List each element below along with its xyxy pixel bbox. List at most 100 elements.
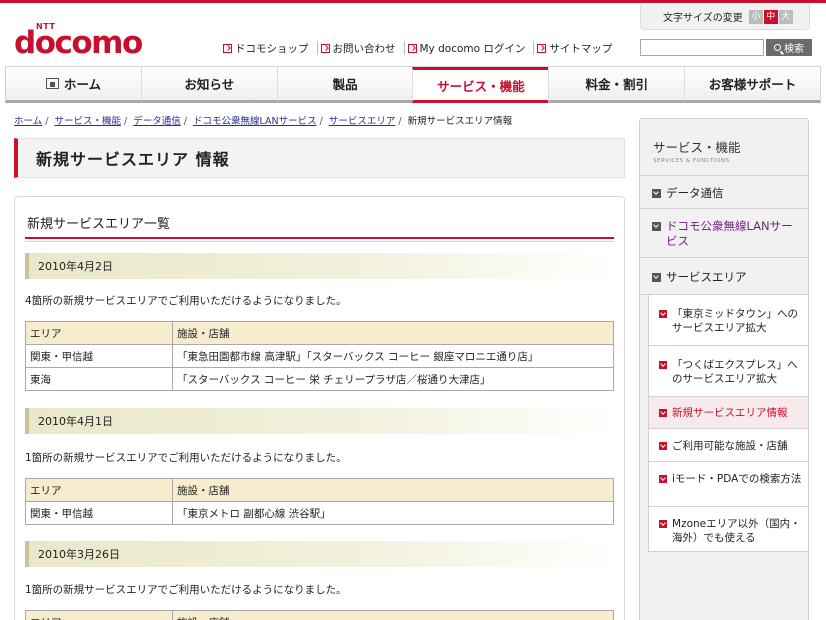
sidebar-item-label: データ通信 <box>666 186 724 200</box>
window-icon <box>407 43 417 53</box>
table-row: 関東・甲信越 「東京メトロ 副都心線 渋谷駅」 <box>25 501 614 525</box>
chevron-box-icon <box>659 310 667 318</box>
table-header-area: エリア <box>25 321 173 345</box>
search-input[interactable] <box>640 39 764 56</box>
breadcrumb-link-wlan[interactable]: ドコモ公衆無線LANサービス <box>193 116 317 127</box>
table-header-row: エリア 施設・店舗 <box>25 321 614 345</box>
nav-tab-news-label: お知らせ <box>184 77 235 92</box>
sidebar-subitem-facilities[interactable]: ご利用可能な施設・店舗 <box>649 429 808 462</box>
table-cell-facility: 「スターバックス コーヒー 栄 チェリープラザ店／桜通り大津店」 <box>172 367 614 391</box>
breadcrumb-separator: / <box>45 116 49 127</box>
sidebar-subitem-tsukuba-express[interactable]: 「つくばエクスプレス」へのサービスエリア拡大 <box>649 346 808 397</box>
nav-tab-pricing[interactable]: 料金・割引 <box>548 67 685 103</box>
chevron-box-icon <box>652 273 661 282</box>
table-cell-area: 関東・甲信越 <box>25 344 173 368</box>
nav-tab-news[interactable]: お知らせ <box>140 67 277 103</box>
sidebar-subitem-search-method[interactable]: iモード・PDAでの検索方法 <box>649 462 808 507</box>
breadcrumb-separator: / <box>123 116 128 127</box>
search-button[interactable]: 検索 <box>766 39 812 56</box>
nav-tab-services[interactable]: サービス・機能 <box>412 67 549 103</box>
nav-tab-home-label: ホーム <box>63 77 101 92</box>
sidebar-subitem-label: 「つくばエクスプレス」へのサービスエリア拡大 <box>672 359 798 385</box>
chevron-box-icon <box>659 442 667 450</box>
my-docomo-login-link[interactable]: My docomo ログイン <box>403 41 534 55</box>
table-row: 東海 「スターバックス コーヒー 栄 チェリープラザ店／桜通り大津店」 <box>25 367 614 391</box>
sidebar-subitem-label: Mzoneエリア以外（国内・海外）でも使える <box>672 518 801 544</box>
sidebar-item-public-wlan[interactable]: ドコモ公衆無線LANサービス <box>640 209 808 258</box>
sidebar-item-data-communication[interactable]: データ通信 <box>640 176 808 209</box>
list-heading: 新規サービスエリア一覧 <box>25 207 614 242</box>
breadcrumb-current: 新規サービスエリア情報 <box>407 116 513 127</box>
sidebar-subitem-midtown[interactable]: 「東京ミッドタウン」へのサービスエリア拡大 <box>649 295 808 346</box>
breadcrumb-link-home[interactable]: ホーム <box>14 116 42 127</box>
sitemap-link[interactable]: サイトマップ <box>533 41 620 55</box>
nav-tab-support-label: お客様サポート <box>708 77 797 92</box>
home-icon <box>45 78 59 89</box>
sidebar-title: サービス・機能 <box>653 140 741 155</box>
sidebar-subitem-label: iモード・PDAでの検索方法 <box>672 473 802 485</box>
arrow-box-icon <box>537 43 547 53</box>
table-cell-area: 関東・甲信越 <box>25 501 173 525</box>
table-header-area: エリア <box>25 610 173 620</box>
chevron-box-icon <box>652 222 661 231</box>
sidebar-nav: サービス・機能 SERVICES & FUNCTIONS データ通信 ドコモ公衆… <box>639 118 809 620</box>
breadcrumb-separator: / <box>319 116 323 127</box>
sidebar-subitem-label: 「東京ミッドタウン」へのサービスエリア拡大 <box>672 308 798 334</box>
entry-date-heading: 2010年4月1日 <box>25 408 614 434</box>
sidebar-subtitle: SERVICES & FUNCTIONS <box>653 158 730 164</box>
nav-tab-pricing-label: 料金・割引 <box>585 77 648 92</box>
nav-tab-support[interactable]: お客様サポート <box>684 67 821 103</box>
sidebar-subnav: 「東京ミッドタウン」へのサービスエリア拡大 「つくばエクスプレス」へのサービスエ… <box>648 295 808 552</box>
breadcrumb-separator: / <box>183 116 187 127</box>
arrow-box-icon <box>223 43 232 53</box>
page-title: 新規サービスエリア 情報 <box>14 138 625 178</box>
sidebar-item-label: ドコモ公衆無線LANサービス <box>666 219 793 248</box>
entry-notice: 1箇所の新規サービスエリアでご利用いただけるようになりました。 <box>25 452 347 464</box>
table-header-facility: 施設・店舗 <box>172 610 614 620</box>
logo-wordmark: docomo <box>14 25 143 61</box>
docomo-shop-link[interactable]: ドコモショップ <box>220 41 317 55</box>
contact-label: お問い合わせ <box>332 42 396 55</box>
site-search: 検索 <box>640 39 812 56</box>
utility-links: ドコモショップ お問い合わせ My docomo ログイン サイトマップ <box>220 41 620 55</box>
contact-link[interactable]: お問い合わせ <box>316 41 404 55</box>
chevron-box-icon <box>659 409 667 417</box>
font-size-small-button[interactable]: 小 <box>748 9 763 24</box>
entry-date-heading: 2010年4月2日 <box>25 253 614 279</box>
breadcrumb-separator: / <box>398 116 402 127</box>
top-accent-bar <box>0 0 826 3</box>
sidebar-subitem-new-areas[interactable]: 新規サービスエリア情報 <box>649 397 808 429</box>
my-docomo-login-label: My docomo ログイン <box>419 42 526 55</box>
table-header-row: エリア 施設・店舗 <box>25 478 614 502</box>
chevron-box-icon <box>659 361 667 369</box>
font-size-label: 文字サイズの変更 <box>663 13 743 24</box>
breadcrumb-link-data[interactable]: データ通信 <box>133 116 181 127</box>
global-nav: ホーム お知らせ 製品 サービス・機能 料金・割引 お客様サポート <box>5 66 821 103</box>
service-area-table: エリア 施設・店舗 関東・甲信越 「東京メトロ 副都心線 渋谷駅」 <box>25 478 614 525</box>
breadcrumb-link-services[interactable]: サービス・機能 <box>54 116 121 127</box>
service-area-list-panel: 新規サービスエリア一覧 2010年4月2日 4箇所の新規サービスエリアでご利用い… <box>14 196 625 620</box>
sidebar-subitem-label: 新規サービスエリア情報 <box>672 407 788 419</box>
nav-tab-services-label: サービス・機能 <box>437 78 525 94</box>
sidebar-subitem-label: ご利用可能な施設・店舗 <box>672 440 788 452</box>
docomo-logo[interactable]: NTT docomo <box>14 22 164 62</box>
nav-tab-home[interactable]: ホーム <box>5 67 141 103</box>
font-size-large-button[interactable]: 大 <box>778 9 793 24</box>
arrow-box-icon <box>320 43 330 53</box>
sidebar-header: サービス・機能 SERVICES & FUNCTIONS <box>640 119 808 176</box>
table-header-row: エリア 施設・店舗 <box>25 610 614 620</box>
sidebar-item-label: サービスエリア <box>666 270 747 284</box>
entry-date-heading: 2010年3月26日 <box>25 541 614 567</box>
table-header-facility: 施設・店舗 <box>172 478 614 502</box>
sidebar-subitem-outside-mzone[interactable]: Mzoneエリア以外（国内・海外）でも使える <box>649 507 808 552</box>
breadcrumb-link-area[interactable]: サービスエリア <box>329 116 396 127</box>
nav-tab-products[interactable]: 製品 <box>276 67 413 103</box>
entry-notice: 4箇所の新規サービスエリアでご利用いただけるようになりました。 <box>25 295 347 307</box>
search-icon <box>774 44 781 51</box>
nav-tab-products-label: 製品 <box>332 77 358 92</box>
sidebar-item-service-area[interactable]: サービスエリア <box>640 258 808 295</box>
table-row: 関東・甲信越 「東急田園都市線 高津駅」「スターバックス コーヒー 銀座マロニエ… <box>25 344 614 368</box>
chevron-box-icon <box>652 189 661 198</box>
font-size-medium-button[interactable]: 中 <box>763 9 778 24</box>
service-area-table: エリア 施設・店舗 関東・甲信越 「東急田園都市線 高津駅」「スターバックス コ… <box>25 321 614 391</box>
